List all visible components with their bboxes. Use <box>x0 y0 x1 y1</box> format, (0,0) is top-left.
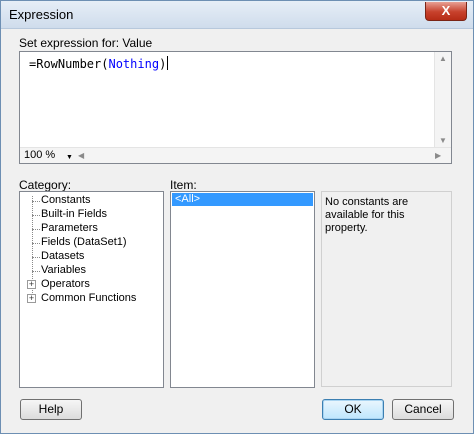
tree-branch <box>32 215 40 216</box>
expression-label: Set expression for: Value <box>19 36 153 50</box>
tree-item-datasets[interactable]: Datasets <box>41 250 84 262</box>
tree-item-constants[interactable]: Constants <box>41 194 91 206</box>
scroll-right-icon[interactable]: ▶ <box>435 151 441 160</box>
zoom-select[interactable]: 100 % ▼ <box>22 149 74 162</box>
chevron-down-icon[interactable]: ▼ <box>66 151 73 164</box>
scroll-up-icon[interactable]: ▲ <box>439 54 447 63</box>
cancel-button[interactable]: Cancel <box>392 399 454 420</box>
category-tree[interactable]: Constants Built-in Fields Parameters Fie… <box>19 191 164 388</box>
expand-plus-icon[interactable]: + <box>27 294 36 303</box>
description-text: No constants are available for this prop… <box>325 196 409 234</box>
description-panel: No constants are available for this prop… <box>321 191 452 387</box>
title-bar[interactable]: Expression X <box>1 1 473 29</box>
tree-item-variables[interactable]: Variables <box>41 264 86 276</box>
tree-branch <box>32 257 40 258</box>
expression-dialog: Expression X Set expression for: Value =… <box>0 0 474 434</box>
help-button[interactable]: Help <box>20 399 82 420</box>
tree-item-common-functions[interactable]: Common Functions <box>41 292 136 304</box>
list-item[interactable]: <All> <box>172 193 313 206</box>
tree-item-operators[interactable]: Operators <box>41 278 90 290</box>
expression-suffix: ) <box>159 57 167 71</box>
close-button[interactable]: X <box>425 2 467 21</box>
scroll-down-icon[interactable]: ▼ <box>439 136 447 145</box>
expression-text[interactable]: =RowNumber(Nothing) <box>29 56 169 71</box>
expression-editor[interactable]: =RowNumber(Nothing) ▲ ▼ 100 % ▼ ◀ ▶ <box>19 51 452 164</box>
expression-prefix: =RowNumber( <box>29 57 109 71</box>
horizontal-scrollbar[interactable]: 100 % ▼ ◀ ▶ <box>20 147 451 163</box>
ok-button[interactable]: OK <box>322 399 384 420</box>
window-title: Expression <box>9 7 74 22</box>
tree-branch <box>32 243 40 244</box>
item-label: Item: <box>170 178 197 192</box>
tree-branch <box>32 201 40 202</box>
tree-branch <box>32 271 40 272</box>
scroll-left-icon[interactable]: ◀ <box>78 151 84 160</box>
zoom-value: 100 % <box>24 149 56 161</box>
tree-item-built-in-fields[interactable]: Built-in Fields <box>41 208 107 220</box>
vertical-scrollbar[interactable]: ▲ ▼ <box>434 52 451 148</box>
tree-item-parameters[interactable]: Parameters <box>41 222 98 234</box>
item-list[interactable]: <All> <box>170 191 315 388</box>
text-caret <box>167 56 169 70</box>
expand-plus-icon[interactable]: + <box>27 280 36 289</box>
tree-item-fields[interactable]: Fields (DataSet1) <box>41 236 127 248</box>
tree-branch <box>32 229 40 230</box>
expression-keyword: Nothing <box>108 57 160 71</box>
category-label: Category: <box>19 178 72 192</box>
